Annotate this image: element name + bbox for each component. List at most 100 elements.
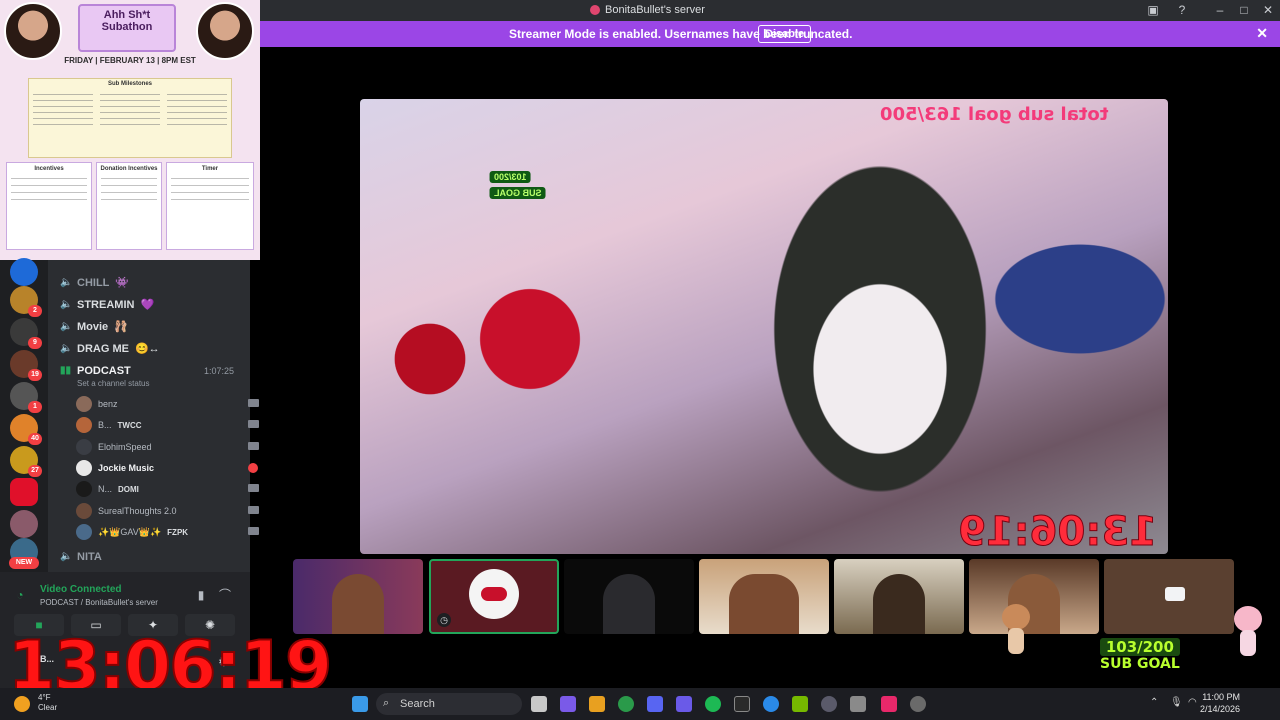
mention-badge: 9 [28, 337, 42, 349]
mention-badge: 19 [28, 369, 42, 381]
chibi-girl-sticker [1232, 606, 1264, 662]
member-row[interactable]: benz [76, 396, 259, 412]
speaker-icon: 🔈 [60, 298, 73, 310]
incentives-title: Incentives [34, 166, 64, 172]
spotify-icon[interactable] [705, 696, 721, 712]
member-row[interactable]: SurealThoughts 2.0 [76, 503, 259, 519]
wifi-icon[interactable]: ◠ [1188, 697, 1197, 708]
chrome-icon[interactable] [618, 696, 634, 712]
minimize-icon[interactable]: – [1212, 3, 1228, 18]
noise-suppression-icon[interactable]: ▮ [193, 587, 209, 603]
taskbar-clock[interactable]: 11:00 PM 2/14/2026 [1200, 691, 1240, 715]
server-icon-4[interactable]: 19 [10, 350, 42, 381]
channel-podcast[interactable]: ▮▮ PODCAST [60, 365, 131, 377]
server-icon-5[interactable]: 1 [10, 382, 42, 413]
server-icon [590, 5, 600, 15]
app-icon[interactable] [850, 696, 866, 712]
member-row[interactable]: Jockie Music [76, 460, 258, 476]
weather-icon[interactable] [14, 696, 30, 712]
server-icon-2[interactable]: 2 [10, 286, 42, 317]
member-row[interactable]: B... TWCC [76, 417, 259, 433]
participant-video [332, 574, 384, 634]
speaker-icon: 🔈 [60, 342, 73, 354]
activity-icon: ◷ [437, 613, 451, 627]
channel-status-prompt[interactable]: Set a channel status [77, 379, 150, 388]
poster-headline: Ahh Sh*t Subathon [101, 9, 153, 33]
help-icon[interactable]: ? [1174, 3, 1190, 18]
stream-video[interactable]: total sub goal 163/500 103/200 SUB GOAL … [360, 99, 1168, 554]
banner-close-icon[interactable]: ✕ [1256, 25, 1268, 42]
server-icon-9[interactable] [10, 510, 38, 538]
discord-icon[interactable] [647, 696, 663, 712]
disable-button[interactable]: Disable [758, 25, 812, 43]
participant-tile-camera-off[interactable] [1104, 559, 1234, 634]
camera-off-icon [1165, 587, 1185, 601]
channel-movie[interactable]: 🔈 Movie 🩰 [60, 320, 128, 334]
member-name: benz [98, 399, 118, 409]
subathon-poster: Ahh Sh*t Subathon FRIDAY | FEBRUARY 13 |… [0, 0, 260, 260]
participant-tile[interactable] [969, 559, 1099, 634]
task-view-icon[interactable] [531, 696, 547, 712]
avatar [76, 417, 92, 433]
participant-tile[interactable] [564, 559, 694, 634]
participant-tile[interactable] [699, 559, 829, 634]
member-tag: FZPK [167, 527, 189, 537]
stream-pill-label: SUB GOAL [490, 187, 546, 199]
participant-video [729, 574, 799, 634]
channel-emoji: 👾 [115, 277, 130, 289]
taskbar-search[interactable]: ⌕ Search [376, 693, 522, 715]
channel-nita[interactable]: 🔈 NITA [60, 551, 102, 563]
weather-desc: Clear [38, 703, 58, 712]
microphone-icon[interactable]: 🎙 [1170, 697, 1183, 708]
member-name: Jockie Music [98, 463, 155, 473]
channel-emoji: 😊↔ [134, 343, 160, 355]
channel-chill[interactable]: 🔈 CHILL 👾 [60, 276, 130, 290]
participant-tile-selected[interactable]: ◷ [429, 559, 559, 634]
server-icon-6[interactable]: 40 [10, 414, 42, 445]
member-row[interactable]: ElohimSpeed [76, 439, 259, 455]
participant-tile[interactable] [834, 559, 964, 634]
tiktok-icon[interactable] [881, 696, 897, 712]
channel-streamin[interactable]: 🔈 STREAMIN 💜 [60, 298, 155, 312]
game-controller-icon[interactable] [676, 696, 692, 712]
member-row[interactable]: ✨👑GAV👑✨ FZPK [76, 524, 259, 540]
epic-games-icon[interactable] [734, 696, 750, 712]
voice-status[interactable]: Video Connected [40, 584, 122, 595]
timer-title: Timer [201, 166, 219, 172]
server-icon-1[interactable] [10, 258, 38, 286]
server-icon-3[interactable]: 9 [10, 318, 42, 349]
server-icon-7[interactable]: 27 [10, 446, 42, 477]
file-explorer-icon[interactable] [589, 696, 605, 712]
copilot-icon[interactable] [560, 696, 576, 712]
tray-chevron-icon[interactable]: ⌃ [1150, 697, 1158, 708]
camera-icon [248, 399, 259, 407]
app-icon[interactable] [763, 696, 779, 712]
camera-icon [248, 506, 259, 514]
disconnect-icon[interactable]: ⌒ [217, 587, 233, 603]
signal-icon[interactable]: ◔ [12, 587, 28, 603]
stream-pill-count: 103/200 [490, 171, 531, 183]
nvidia-icon[interactable] [792, 696, 808, 712]
avatar [76, 396, 92, 412]
streamer-mode-banner: Streamer Mode is enabled. Usernames have… [260, 21, 1280, 47]
channel-emoji: 💜 [140, 299, 155, 311]
member-row[interactable]: N... DOMI [76, 481, 259, 497]
channel-emoji: 🩰 [114, 321, 128, 333]
avatar [76, 460, 92, 476]
weather-widget[interactable]: 4°F Clear [38, 693, 57, 713]
poster-headline-card: Ahh Sh*t Subathon [78, 4, 176, 52]
window-title: BonitaBullet's server [590, 4, 705, 16]
member-tag: DOMI [118, 484, 139, 494]
channel-drag-me[interactable]: 🔈 DRAG ME 😊↔ [60, 342, 160, 356]
participant-tile[interactable] [293, 559, 423, 634]
inbox-icon[interactable]: ▣ [1145, 3, 1161, 18]
start-icon[interactable] [352, 696, 368, 712]
camera-icon [248, 527, 259, 535]
camera-icon [248, 420, 259, 428]
maximize-icon[interactable]: □ [1236, 3, 1252, 18]
speaker-icon: 🔈 [60, 320, 73, 332]
close-icon[interactable]: ✕ [1260, 3, 1276, 18]
obs-icon[interactable] [910, 696, 926, 712]
app-icon[interactable] [821, 696, 837, 712]
server-icon-8[interactable] [10, 478, 38, 506]
